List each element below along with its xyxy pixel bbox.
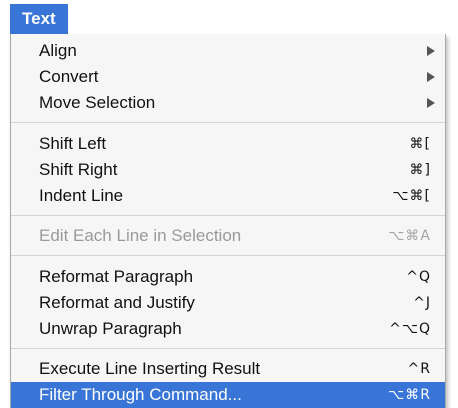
menu-item-label: Filter Through Command... [39, 385, 242, 404]
menu-separator [11, 348, 445, 349]
menu-item-label: Reformat and Justify [39, 293, 195, 312]
menu-item-label: Edit Each Line in Selection [39, 226, 242, 245]
menu-item-execute-line[interactable]: Execute Line Inserting Result ^R [11, 356, 445, 382]
menu-item-label: Unwrap Paragraph [39, 319, 182, 338]
menu-item-align[interactable]: Align [11, 38, 445, 64]
menu-item-shortcut: ⌘[ [409, 136, 431, 152]
submenu-arrow-icon [427, 72, 435, 82]
menu-item-shortcut: ⌥⌘R [388, 387, 431, 403]
menu-item-shortcut: ⌥⌘A [388, 228, 431, 244]
menu-separator [11, 255, 445, 256]
submenu-arrow-icon [427, 46, 435, 56]
menu-item-convert[interactable]: Convert [11, 64, 445, 90]
menu-item-shortcut: ^R [407, 361, 431, 377]
menu-item-label: Reformat Paragraph [39, 267, 194, 286]
menu-item-unwrap-paragraph[interactable]: Unwrap Paragraph ^⌥Q [11, 316, 445, 342]
menu-item-shortcut: ^J [413, 295, 431, 311]
menu-item-label: Shift Right [39, 160, 118, 179]
menu-item-label: Indent Line [39, 186, 124, 205]
menu-item-label: Convert [39, 67, 99, 86]
menu-separator [11, 122, 445, 123]
menu-item-label: Move Selection [39, 93, 156, 112]
menu-item-edit-each-line: Edit Each Line in Selection ⌥⌘A [11, 223, 445, 249]
menu-item-reformat-and-justify[interactable]: Reformat and Justify ^J [11, 290, 445, 316]
text-menu-dropdown: Align Convert Move Selection Shift Left … [10, 34, 446, 408]
menu-separator [11, 215, 445, 216]
menu-item-shortcut: ^Q [406, 269, 431, 285]
menu-bar: Text [0, 0, 458, 34]
menu-item-shift-right[interactable]: Shift Right ⌘] [11, 157, 445, 183]
menu-item-shortcut: ⌘] [409, 162, 431, 178]
submenu-arrow-icon [427, 98, 435, 108]
menu-item-shortcut: ^⌥Q [389, 321, 431, 337]
menu-item-move-selection[interactable]: Move Selection [11, 90, 445, 116]
menu-item-label: Align [39, 41, 77, 60]
menu-item-label: Execute Line Inserting Result [39, 359, 261, 378]
menu-item-label: Shift Left [39, 134, 107, 153]
menu-item-indent-line[interactable]: Indent Line ⌥⌘[ [11, 183, 445, 209]
menu-item-filter-through-command[interactable]: Filter Through Command... ⌥⌘R [11, 382, 445, 408]
menu-item-reformat-paragraph[interactable]: Reformat Paragraph ^Q [11, 264, 445, 290]
text-menu-title[interactable]: Text [10, 4, 68, 34]
menu-item-shift-left[interactable]: Shift Left ⌘[ [11, 131, 445, 157]
menu-item-shortcut: ⌥⌘[ [392, 188, 431, 204]
